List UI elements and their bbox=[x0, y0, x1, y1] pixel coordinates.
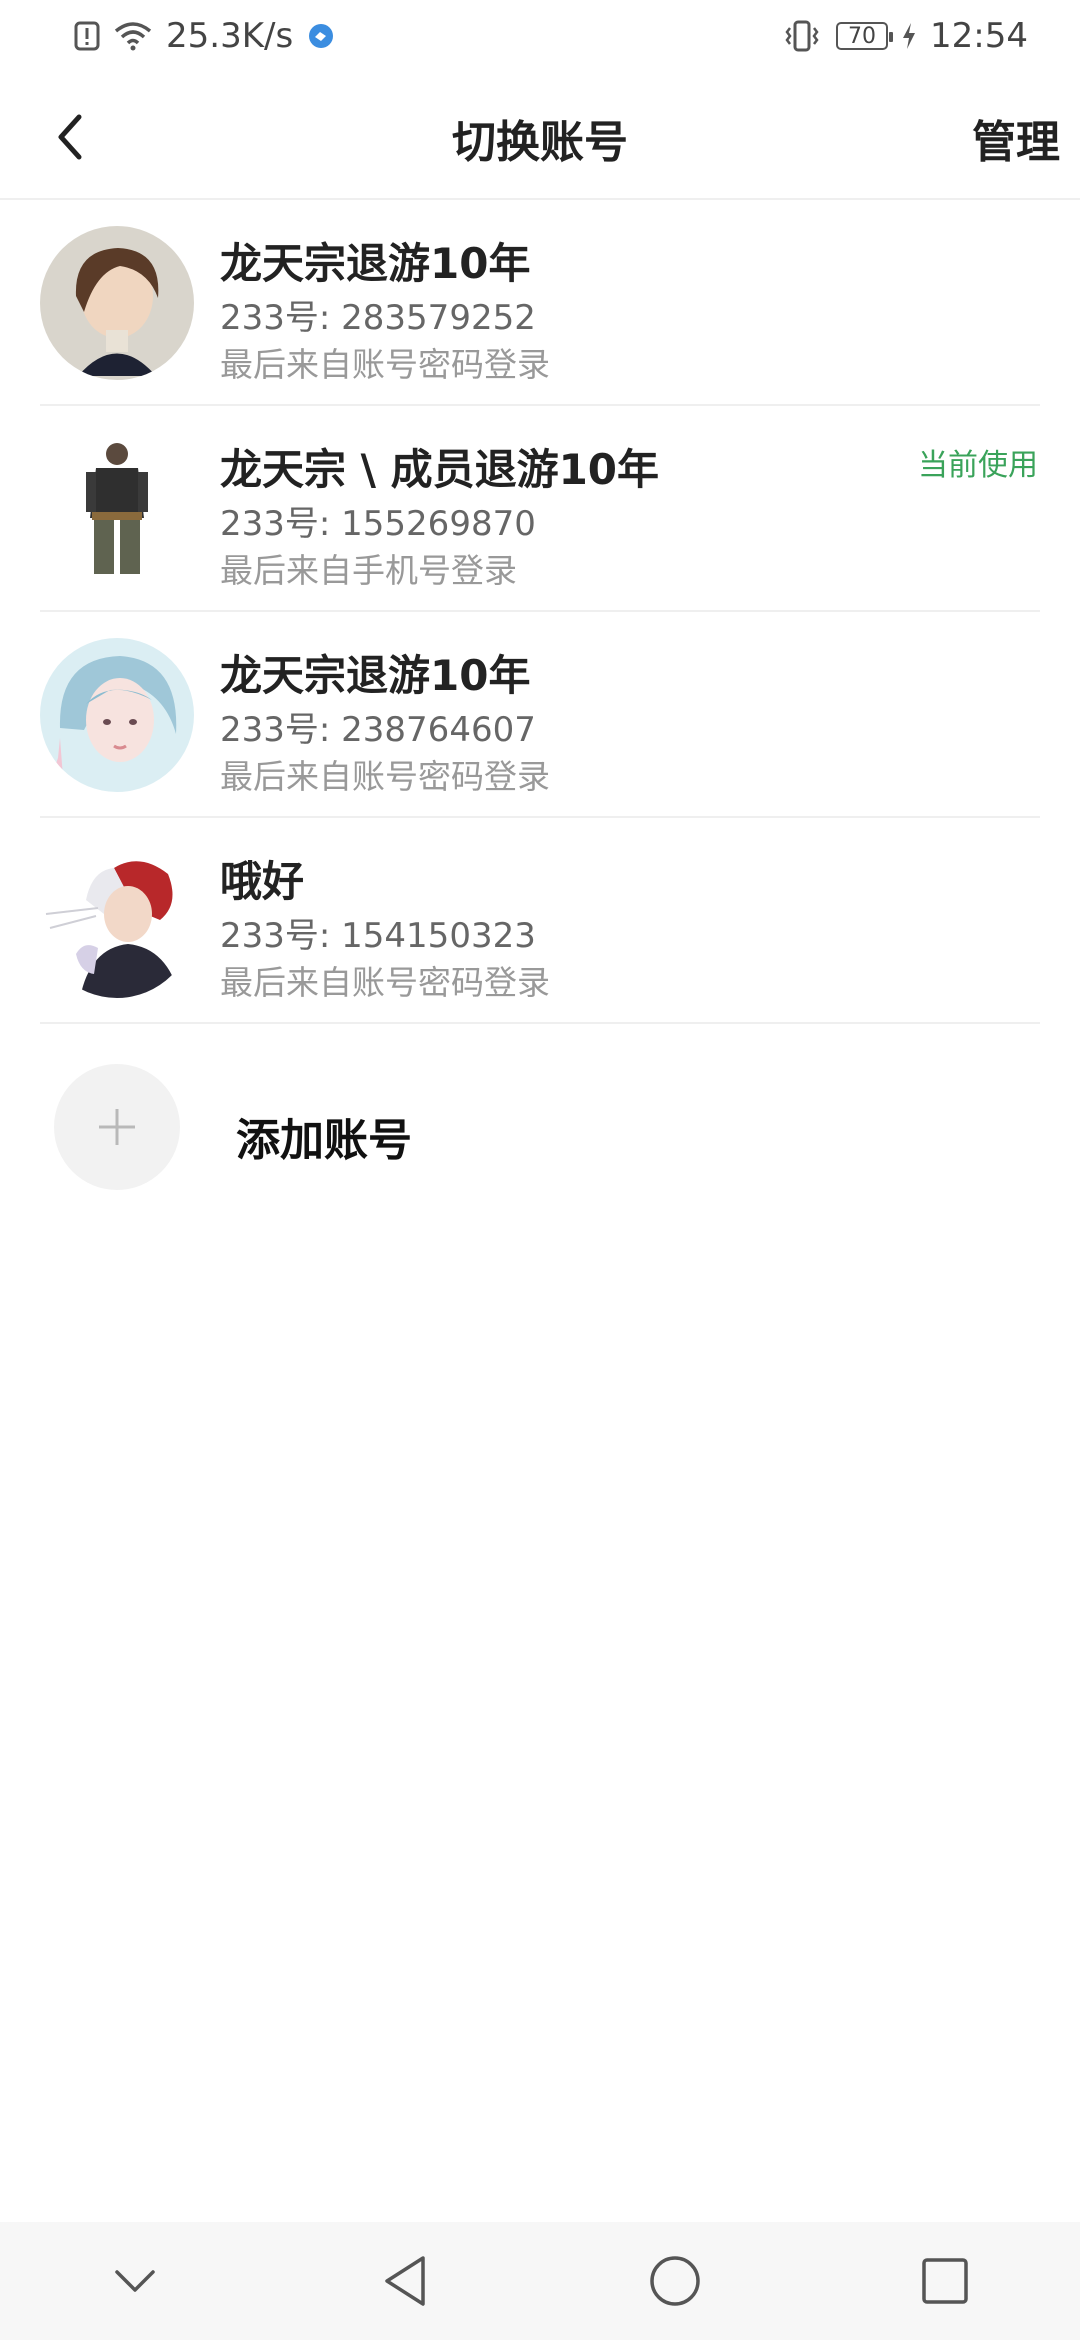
last-login-method: 最后来自手机号登录 bbox=[220, 551, 517, 590]
last-login-method: 最后来自账号密码登录 bbox=[220, 963, 550, 1002]
last-login-method: 最后来自账号密码登录 bbox=[220, 757, 550, 796]
account-id: 233号: 154150323 bbox=[220, 916, 536, 956]
account-id: 233号: 283579252 bbox=[220, 298, 536, 338]
app-header: 切换账号 管理 bbox=[0, 72, 1080, 200]
network-speed: 25.3K/s bbox=[166, 16, 294, 56]
avatar bbox=[40, 638, 194, 792]
account-name: 龙天宗退游10年 bbox=[220, 239, 531, 288]
wifi-icon bbox=[114, 21, 152, 51]
vibrate-icon bbox=[782, 20, 822, 52]
page: 25.3K/s 70 12:54 切换账号 管理 龙天宗退游10年 233号: … bbox=[0, 0, 1080, 2340]
clock: 12:54 bbox=[930, 16, 1028, 56]
avatar bbox=[40, 844, 194, 998]
account-id: 233号: 238764607 bbox=[220, 710, 536, 750]
account-name: 龙天宗退游10年 bbox=[220, 651, 531, 700]
avatar bbox=[40, 432, 194, 586]
battery-indicator: 70 bbox=[836, 22, 894, 50]
triangle-back-icon bbox=[385, 2256, 425, 2306]
account-name: 龙天宗 \ 成员退游10年 bbox=[220, 445, 660, 494]
system-nav-bar bbox=[0, 2222, 1080, 2340]
charging-icon bbox=[902, 22, 916, 50]
square-recents-icon bbox=[922, 2258, 968, 2304]
nav-recents-button[interactable] bbox=[885, 2231, 1005, 2331]
add-account-circle bbox=[54, 1064, 180, 1190]
account-id: 233号: 155269870 bbox=[220, 504, 536, 544]
add-account-button[interactable]: 添加账号 bbox=[40, 1060, 1040, 1200]
account-item[interactable]: 龙天宗 \ 成员退游10年 233号: 155269870 最后来自手机号登录 … bbox=[40, 406, 1040, 612]
page-title: 切换账号 bbox=[452, 117, 628, 168]
last-login-method: 最后来自账号密码登录 bbox=[220, 345, 550, 384]
account-name: 哦好 bbox=[220, 857, 305, 906]
account-item[interactable]: 哦好 233号: 154150323 最后来自账号密码登录 bbox=[40, 818, 1040, 1024]
plus-icon bbox=[99, 1109, 135, 1145]
avatar bbox=[40, 226, 194, 380]
account-item[interactable]: 龙天宗退游10年 233号: 238764607 最后来自账号密码登录 bbox=[40, 612, 1040, 818]
manage-button[interactable]: 管理 bbox=[972, 106, 1060, 170]
circle-home-icon bbox=[650, 2256, 700, 2306]
account-item[interactable]: 龙天宗退游10年 233号: 283579252 最后来自账号密码登录 bbox=[40, 200, 1040, 406]
nav-home-button[interactable] bbox=[615, 2231, 735, 2331]
nav-hide-button[interactable] bbox=[75, 2231, 195, 2331]
chevron-down-icon bbox=[115, 2270, 155, 2292]
current-account-badge: 当前使用 bbox=[918, 448, 1038, 483]
status-bar: 25.3K/s 70 12:54 bbox=[0, 0, 1080, 72]
add-account-label: 添加账号 bbox=[236, 1115, 412, 1166]
account-list: 龙天宗退游10年 233号: 283579252 最后来自账号密码登录 龙天宗 … bbox=[40, 200, 1040, 1024]
nav-back-button[interactable] bbox=[345, 2231, 465, 2331]
app-notification-icon bbox=[307, 22, 335, 50]
alert-icon bbox=[74, 21, 100, 51]
